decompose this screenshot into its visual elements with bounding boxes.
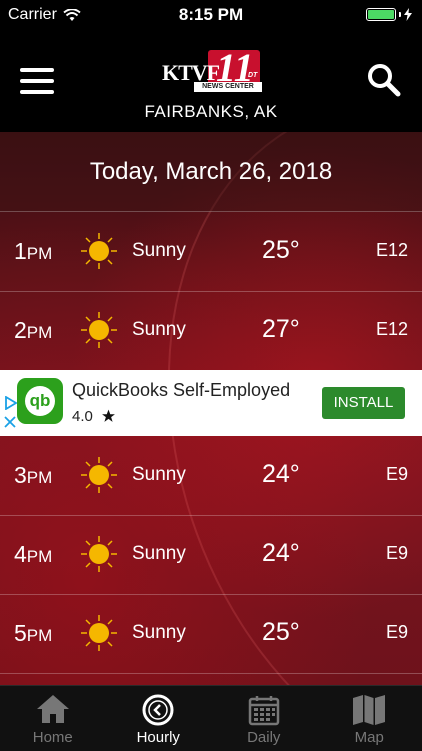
- condition-label: Sunny: [132, 543, 186, 565]
- sun-icon: [80, 614, 118, 652]
- condition-label: Sunny: [132, 319, 186, 341]
- condition-label: Sunny: [132, 464, 186, 486]
- hour-label: 2PM: [14, 317, 52, 344]
- hourly-row[interactable]: 3PM Sunny 24° E9: [0, 436, 422, 516]
- install-button[interactable]: INSTALL: [322, 387, 405, 419]
- hour-label: 1PM: [14, 238, 52, 265]
- logo-dt: DT: [248, 72, 257, 79]
- close-icon[interactable]: [4, 416, 16, 428]
- logo-news-center: NEWS CENTER: [194, 82, 262, 92]
- temperature: 27°: [262, 315, 300, 344]
- wind-label: E9: [386, 622, 408, 643]
- wind-label: E12: [376, 319, 408, 340]
- location-label: FAIRBANKS, AK: [0, 102, 422, 122]
- battery-indicator: [366, 8, 412, 21]
- tab-daily[interactable]: Daily: [211, 686, 317, 751]
- status-bar: Carrier 8:15 PM: [0, 0, 422, 30]
- tab-home[interactable]: Home: [0, 686, 106, 751]
- search-icon: [366, 62, 402, 98]
- hour-label: 5PM: [14, 620, 52, 647]
- hour-label: 4PM: [14, 541, 52, 568]
- wind-label: E9: [386, 464, 408, 485]
- adchoices-icon[interactable]: [4, 396, 18, 410]
- charging-bolt-icon: [404, 8, 412, 21]
- temperature: 25°: [262, 618, 300, 647]
- rating-value: 4.0: [72, 408, 93, 425]
- status-time: 8:15 PM: [0, 5, 422, 25]
- hourly-row[interactable]: 2PM Sunny 27° E12: [0, 291, 422, 371]
- app-header: KTVF 11 DT NEWS CENTER FAIRBANKS, AK: [0, 30, 422, 132]
- hourly-row[interactable]: 4PM Sunny 24° E9: [0, 515, 422, 595]
- sun-icon: [80, 311, 118, 349]
- tab-map[interactable]: Map: [317, 686, 422, 751]
- quickbooks-logo: qb: [25, 386, 55, 416]
- wind-label: E12: [376, 240, 408, 261]
- condition-label: Sunny: [132, 240, 186, 262]
- clock-icon: [142, 694, 174, 726]
- temperature: 25°: [262, 236, 300, 265]
- hamburger-icon: [20, 68, 54, 72]
- condition-label: Sunny: [132, 622, 186, 644]
- star-icon: [101, 409, 116, 423]
- temperature: 24°: [262, 460, 300, 489]
- ad-title: QuickBooks Self-Employed: [72, 380, 290, 401]
- menu-button[interactable]: [20, 68, 54, 94]
- station-logo: KTVF 11 DT NEWS CENTER: [162, 50, 262, 94]
- wind-label: E9: [386, 543, 408, 564]
- temperature: 24°: [262, 539, 300, 568]
- calendar-icon: [248, 694, 280, 726]
- hourly-row[interactable]: 1PM Sunny 25° E12: [0, 212, 422, 292]
- tab-label: Hourly: [106, 729, 212, 746]
- ad-rating: 4.0: [72, 408, 116, 425]
- date-label: Today, March 26, 2018: [90, 158, 332, 186]
- app-icon[interactable]: qb: [17, 378, 63, 424]
- date-header: Today, March 26, 2018: [0, 132, 422, 212]
- sun-icon: [80, 456, 118, 494]
- hour-label: 3PM: [14, 462, 52, 489]
- tab-hourly[interactable]: Hourly: [106, 686, 212, 751]
- tab-label: Daily: [211, 729, 317, 746]
- sun-icon: [80, 535, 118, 573]
- search-button[interactable]: [366, 62, 402, 98]
- battery-icon: [366, 8, 396, 21]
- sun-icon: [80, 232, 118, 270]
- home-icon: [36, 694, 70, 724]
- hourly-row[interactable]: 5PM Sunny 25° E9: [0, 594, 422, 674]
- map-icon: [352, 694, 386, 726]
- tab-label: Home: [0, 729, 106, 746]
- tab-label: Map: [317, 729, 422, 746]
- tab-bar: Home Hourly Daily Map: [0, 685, 422, 751]
- ad-banner[interactable]: qb QuickBooks Self-Employed 4.0 INSTALL: [0, 370, 422, 436]
